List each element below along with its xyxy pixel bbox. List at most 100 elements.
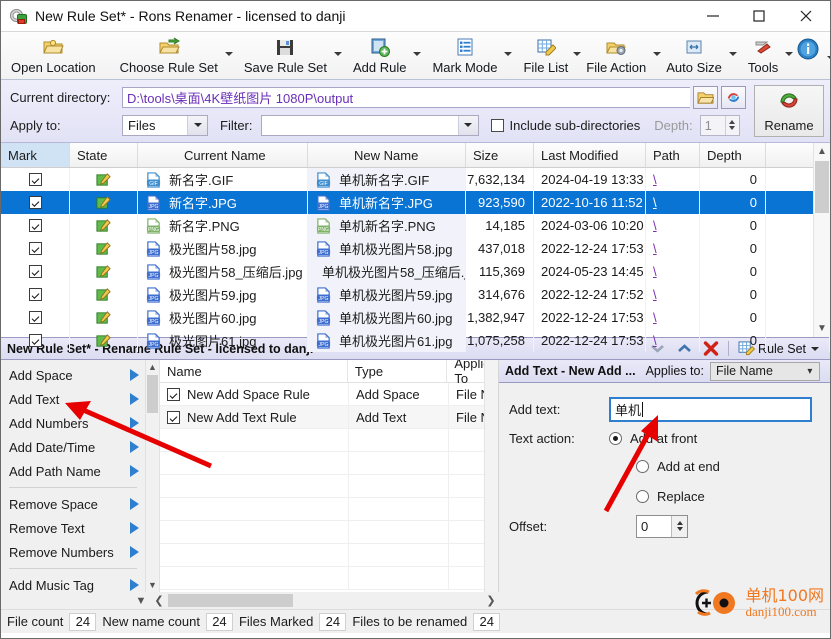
toolbar-choose-rule-set[interactable]: Choose Rule Set bbox=[114, 34, 234, 80]
chevron-down-icon[interactable] bbox=[224, 52, 234, 61]
rule-column-name[interactable]: Name bbox=[160, 360, 348, 382]
toolbar-open-location[interactable]: Open Location bbox=[1, 34, 108, 80]
table-row[interactable]: JPG极光图片58_压缩后.jpgJPG单机极光图片58_压缩后.jpg115,… bbox=[1, 260, 830, 283]
column-header-state[interactable]: State bbox=[70, 143, 138, 167]
chevron-down-icon[interactable] bbox=[187, 115, 207, 135]
chevron-down-icon[interactable] bbox=[457, 115, 478, 135]
spinner-buttons[interactable] bbox=[671, 515, 687, 537]
rule-menu-item-remove-space[interactable]: Remove Space bbox=[1, 492, 145, 516]
column-header-path[interactable]: Path bbox=[646, 143, 700, 167]
chevron-down-icon[interactable] bbox=[504, 52, 513, 61]
row-mark-checkbox[interactable] bbox=[28, 311, 42, 324]
maximize-button[interactable] bbox=[736, 1, 782, 31]
rule-menu-item-remove-text[interactable]: Remove Text bbox=[1, 516, 145, 540]
chevron-down-icon[interactable] bbox=[827, 56, 830, 65]
scroll-up-icon[interactable]: ▲ bbox=[146, 360, 159, 374]
toolbar-save-rule-set[interactable]: Save Rule Set bbox=[238, 34, 343, 80]
row-mark-checkbox[interactable] bbox=[28, 173, 42, 186]
toolbar-info[interactable] bbox=[792, 34, 830, 80]
rule-grid-scrollbar[interactable] bbox=[484, 360, 498, 592]
rule-column-type[interactable]: Type bbox=[348, 360, 448, 382]
table-row[interactable]: JPG 新名字.JPG JPG 单机新名字.JPG 923,590 2022-10-16 … bbox=[1, 191, 830, 214]
column-header-current-name[interactable]: Current Name bbox=[138, 143, 308, 167]
row-mark-checkbox[interactable] bbox=[28, 265, 42, 278]
current-directory-input[interactable]: D:\tools\桌面\4K壁纸图片 1080P\output bbox=[122, 86, 690, 108]
radio-add-at-front[interactable] bbox=[609, 431, 622, 445]
rule-menu-item-add-path-name[interactable]: Add Path Name bbox=[1, 459, 145, 483]
toolbar-label: Save Rule Set bbox=[243, 60, 327, 75]
depth-spinner[interactable]: 1 bbox=[699, 114, 740, 136]
chevron-down-icon[interactable] bbox=[333, 52, 343, 61]
scroll-right-icon[interactable]: ❯ bbox=[482, 594, 500, 607]
chevron-down-icon[interactable] bbox=[728, 52, 738, 61]
scroll-left-icon[interactable]: ❮ bbox=[150, 594, 168, 607]
path-cell[interactable]: \ bbox=[653, 264, 657, 279]
path-cell[interactable]: \ bbox=[653, 195, 657, 210]
row-mark-checkbox[interactable] bbox=[28, 196, 42, 209]
filter-input[interactable] bbox=[260, 114, 479, 136]
path-cell[interactable]: \ bbox=[653, 310, 657, 325]
offset-spinner[interactable]: 0 bbox=[636, 514, 688, 538]
path-cell[interactable]: \ bbox=[653, 287, 657, 302]
chevron-down-icon[interactable]: ▾ bbox=[801, 366, 819, 377]
table-row[interactable]: JPG 极光图片61.jpg JPG 单机极光图片61.jpg 1,075,258 202… bbox=[1, 329, 830, 352]
path-cell[interactable]: \ bbox=[653, 241, 657, 256]
path-cell[interactable]: \ bbox=[653, 172, 657, 187]
table-row[interactable]: JPG 极光图片59.jpg JPG 单机极光图片59.jpg 314,676 2022-… bbox=[1, 283, 830, 306]
rule-menu-item-add-text[interactable]: Add Text bbox=[1, 387, 145, 411]
column-header-size[interactable]: Size bbox=[466, 143, 534, 167]
horizontal-scroll-thumb[interactable] bbox=[168, 594, 293, 607]
column-header-last-modified[interactable]: Last Modified bbox=[534, 143, 646, 167]
apply-to-select[interactable]: Files bbox=[122, 114, 208, 136]
scroll-down-icon[interactable]: ▼ bbox=[132, 595, 150, 607]
toolbar-file-action[interactable]: File Action bbox=[580, 34, 662, 80]
scroll-thumb[interactable] bbox=[815, 161, 829, 213]
scroll-thumb[interactable] bbox=[147, 375, 158, 413]
rule-menu-scrollbar[interactable]: ▲ ▼ bbox=[146, 360, 160, 592]
radio-add-at-end[interactable] bbox=[636, 459, 649, 473]
rule-enabled-checkbox[interactable] bbox=[167, 410, 180, 424]
toolbar-add-rule[interactable]: Add Rule bbox=[347, 34, 422, 80]
scroll-up-icon[interactable]: ▲ bbox=[814, 143, 830, 160]
rule-enabled-checkbox[interactable] bbox=[167, 387, 180, 401]
chevron-down-icon[interactable] bbox=[413, 52, 422, 61]
table-row[interactable]: GIF 新名字.GIF GIF 单机新名字.GIF 7,632,134 2024-04-1… bbox=[1, 168, 830, 191]
applies-to-select[interactable]: File Name ▾ bbox=[709, 361, 820, 381]
include-subdirectories-checkbox[interactable] bbox=[490, 118, 504, 132]
rule-row[interactable]: New Add Space RuleAdd SpaceFile Name bbox=[160, 383, 498, 406]
row-mark-checkbox[interactable] bbox=[28, 288, 42, 301]
rule-menu-item-add-numbers[interactable]: Add Numbers bbox=[1, 411, 145, 435]
column-header-depth[interactable]: Depth bbox=[700, 143, 766, 167]
rule-row[interactable]: New Add Text RuleAdd TextFile Name bbox=[160, 406, 498, 429]
toolbar-mark-mode[interactable]: Mark Mode bbox=[426, 34, 513, 80]
rule-menu-item-remove-numbers[interactable]: Remove Numbers bbox=[1, 540, 145, 564]
browse-folder-button[interactable] bbox=[693, 85, 718, 109]
refresh-button[interactable] bbox=[721, 85, 746, 109]
close-button[interactable] bbox=[782, 1, 830, 31]
scroll-down-icon[interactable]: ▼ bbox=[146, 578, 159, 592]
toolbar-tools[interactable]: Tools bbox=[742, 34, 794, 80]
column-header-mark[interactable]: Mark bbox=[1, 143, 70, 167]
minimize-button[interactable] bbox=[690, 1, 736, 31]
rule-menu-item-add-music-tag[interactable]: Add Music Tag bbox=[1, 573, 145, 597]
rule-menu-item-add-space[interactable]: Add Space bbox=[1, 363, 145, 387]
row-mark-checkbox[interactable] bbox=[28, 242, 42, 255]
toolbar-auto-size[interactable]: Auto Size bbox=[660, 34, 738, 80]
table-row[interactable]: JPG 极光图片60.jpg JPG 单机极光图片60.jpg 1,382,947 202… bbox=[1, 306, 830, 329]
file-list-scrollbar[interactable]: ▲ ▼ bbox=[813, 143, 830, 337]
table-row[interactable]: PNG 新名字.PNG PNG 单机新名字.PNG 14,185 2024-03-06 1… bbox=[1, 214, 830, 237]
radio-replace[interactable] bbox=[636, 489, 649, 503]
column-header-new-name[interactable]: New Name bbox=[308, 143, 466, 167]
add-text-input[interactable]: 单机 bbox=[609, 396, 812, 422]
row-mark-checkbox[interactable] bbox=[28, 219, 42, 232]
rule-menu-item-add-date-time[interactable]: Add Date/Time bbox=[1, 435, 145, 459]
toolbar-file-list[interactable]: File List bbox=[517, 34, 582, 80]
rename-button[interactable]: Rename bbox=[754, 85, 824, 137]
row-mark-checkbox[interactable] bbox=[28, 334, 42, 347]
path-cell[interactable]: \ bbox=[653, 333, 657, 348]
spinner-buttons[interactable] bbox=[724, 115, 739, 135]
files-marked-label: Files Marked bbox=[238, 614, 314, 629]
table-row[interactable]: JPG 极光图片58.jpg JPG 单机极光图片58.jpg 437,018 2022-… bbox=[1, 237, 830, 260]
scroll-down-icon[interactable]: ▼ bbox=[814, 320, 830, 337]
path-cell[interactable]: \ bbox=[653, 218, 657, 233]
